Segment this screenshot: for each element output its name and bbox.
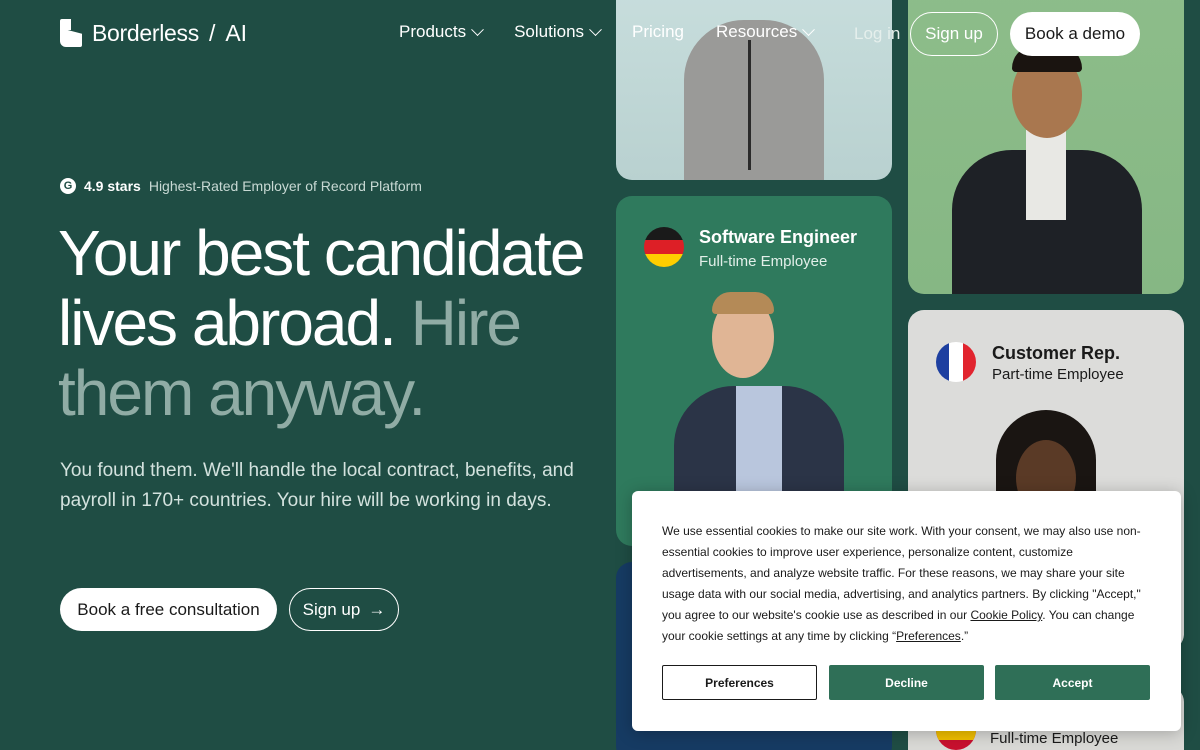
hero-signup-label: Sign up [302, 599, 361, 619]
g2-icon: G [60, 178, 76, 194]
chevron-down-icon [471, 22, 484, 36]
card-employment-type: Part-time Employee [992, 366, 1124, 383]
card-role: Software Engineer [699, 227, 858, 247]
logo-mark-icon [60, 19, 82, 47]
card-employment-type: Full-time Employee [699, 253, 828, 270]
nav-solutions[interactable]: Solutions [514, 22, 602, 42]
book-consultation-button[interactable]: Book a free consultation [60, 588, 277, 631]
fr-flag-icon [936, 342, 976, 382]
cookie-policy-link[interactable]: Cookie Policy [970, 608, 1042, 622]
hero-headline: Your best candidate lives abroad. Hire t… [58, 218, 618, 428]
rating-badge: G 4.9 stars Highest-Rated Employer of Re… [60, 178, 422, 194]
nav-resources-label: Resources [716, 22, 798, 41]
cookie-preferences-button[interactable]: Preferences [662, 665, 817, 700]
nav-resources[interactable]: Resources [716, 22, 816, 42]
book-demo-button[interactable]: Book a demo [1010, 12, 1140, 56]
nav-pricing[interactable]: Pricing [632, 22, 684, 42]
cookie-text-part: .” [960, 629, 969, 643]
nav-pricing-label: Pricing [632, 22, 684, 41]
brand-divider: / [208, 19, 216, 46]
cookie-preferences-link[interactable]: Preferences [896, 629, 961, 643]
top-nav: Borderless / AI Products Solutions Prici… [0, 0, 1200, 68]
rating-score: 4.9 stars [84, 178, 141, 194]
brand-logo[interactable]: Borderless / AI [60, 18, 247, 48]
chevron-down-icon [802, 22, 816, 36]
hero-signup-button[interactable]: Sign up → [289, 588, 399, 631]
brand-name: Borderless [92, 19, 199, 46]
chevron-down-icon [589, 22, 602, 36]
de-flag-icon [644, 227, 684, 267]
nav-products-label: Products [399, 22, 467, 41]
arrow-right-icon: → [368, 599, 386, 619]
brand-suffix: AI [225, 19, 248, 46]
cookie-accept-button[interactable]: Accept [995, 665, 1150, 700]
login-link[interactable]: Log in [854, 24, 900, 44]
signup-button[interactable]: Sign up [910, 12, 998, 56]
nav-products[interactable]: Products [399, 22, 484, 42]
cookie-decline-button[interactable]: Decline [829, 665, 984, 700]
nav-links: Products Solutions Pricing Resources [399, 22, 816, 42]
cookie-banner: We use essential cookies to make our sit… [632, 491, 1181, 731]
nav-solutions-label: Solutions [514, 22, 585, 41]
cookie-text: We use essential cookies to make our sit… [662, 521, 1152, 647]
hero-subtext: You found them. We'll handle the local c… [60, 460, 574, 511]
rating-description: Highest-Rated Employer of Record Platfor… [148, 178, 422, 194]
card-role: Customer Rep. [992, 343, 1121, 363]
card-employment-type: Full-time Employee [990, 730, 1119, 747]
